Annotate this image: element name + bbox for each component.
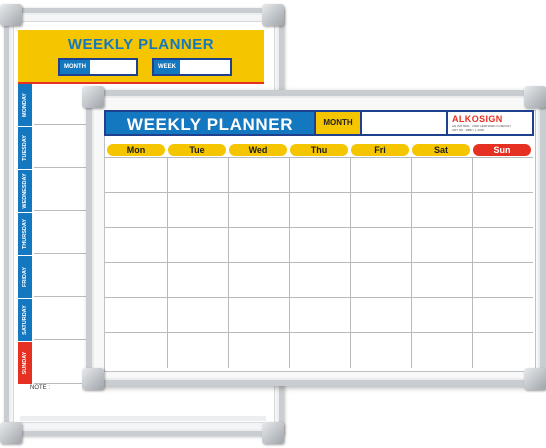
front-title-block: WEEKLY PLANNER [104,110,316,136]
back-row-line [34,124,90,125]
back-day-tuesday: TUESDAY [18,127,32,169]
front-brand-block: ALKOSIGN AN ISO 9001 : 2008 CERTIFIED CO… [448,110,534,136]
day-header-mon: Mon [107,144,165,156]
grid-row-line [105,192,533,193]
grid-row-line [105,297,533,298]
grid-row-line [105,332,533,333]
front-corner-top-right [524,86,546,108]
back-week-field: WEEK [152,58,232,76]
brand-logo: ALKOSIGN [452,114,503,124]
day-header-thu: Thu [290,144,348,156]
back-day-friday: FRIDAY [18,256,32,298]
back-note-label: NOTE : [30,385,51,391]
back-corner-top-left [0,4,22,26]
front-corner-bottom-left [82,368,104,390]
back-row-line [34,253,90,254]
back-week-label: WEEK [154,60,180,74]
back-row-line [34,167,90,168]
back-row-line [34,210,90,211]
front-month-label: MONTH [316,110,362,136]
grid-row-line [105,157,533,158]
back-header-rule [18,82,264,84]
day-header-tue: Tue [168,144,226,156]
back-day-sunday: SUNDAY [18,342,32,384]
front-corner-bottom-right [524,368,546,390]
back-row-line [34,296,90,297]
front-title: WEEKLY PLANNER [126,115,294,134]
day-header-fri: Fri [351,144,409,156]
day-header-wed: Wed [229,144,287,156]
front-corner-top-left [82,86,104,108]
brand-subtitle: AN ISO 9001 : 2008 CERTIFIED COMPANY ART… [452,124,512,132]
day-header-sun: Sun [473,144,531,156]
back-month-field: MONTH [58,58,138,76]
day-header-sat: Sat [412,144,470,156]
grid-row-line [105,227,533,228]
back-corner-bottom-left [0,422,22,444]
back-corner-bottom-right [262,422,284,444]
back-row-line [34,339,90,340]
grid-row-line [105,262,533,263]
back-day-saturday: SATURDAY [18,299,32,341]
back-day-monday: MONDAY [18,84,32,126]
back-day-thursday: THURSDAY [18,213,32,255]
back-bottom-tray [20,416,266,421]
back-corner-top-right [262,4,284,26]
back-title: WEEKLY PLANNER [67,36,215,53]
back-day-wednesday: WEDNESDAY [18,170,32,212]
front-month-field [362,110,448,136]
back-month-label: MONTH [60,60,90,74]
